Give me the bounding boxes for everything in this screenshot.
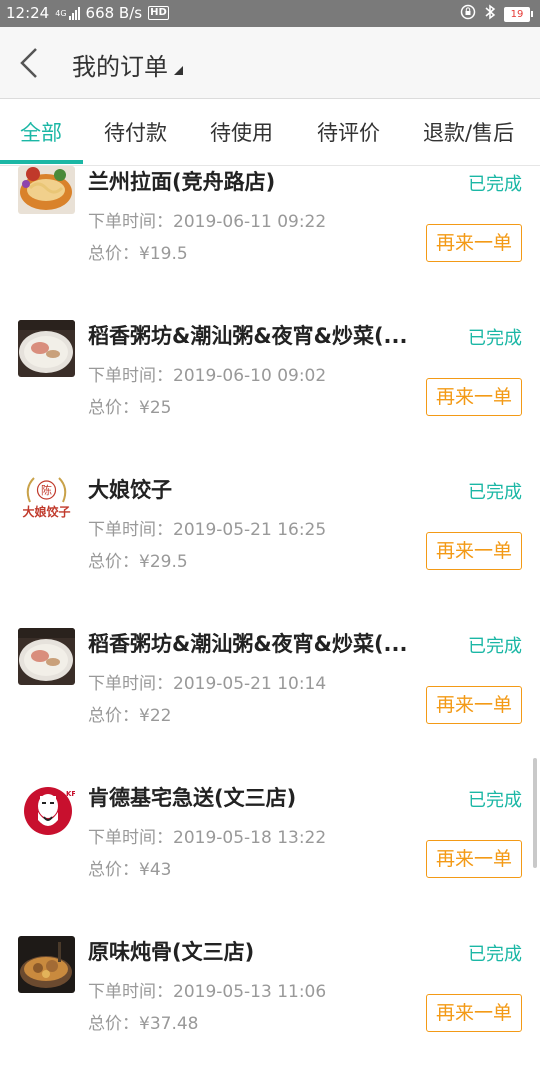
- order-status: 已完成: [468, 174, 522, 195]
- order-price: 总价：¥25: [88, 398, 172, 418]
- network-4g-icon: 4G: [55, 8, 67, 18]
- order-card[interactable]: 稻香粥坊&潮汕粥&夜宵&炒菜(... 已完成 下单时间：2019-05-21 1…: [0, 620, 540, 774]
- order-tabs: 全部 待付款 待使用 待评价 退款/售后: [0, 99, 540, 166]
- order-time: 下单时间：2019-05-21 10:14: [88, 674, 327, 694]
- battery-icon: 19: [504, 6, 533, 22]
- active-tab-indicator: [0, 160, 83, 164]
- order-time: 下单时间：2019-05-18 13:22: [88, 828, 327, 848]
- network-speed: 668 B/s: [85, 4, 143, 22]
- hd-icon: HD: [148, 6, 169, 20]
- bluetooth-icon: [484, 4, 496, 24]
- chevron-left-icon: [20, 48, 37, 78]
- shop-name[interactable]: 稻香粥坊&潮汕粥&夜宵&炒菜(...: [88, 320, 407, 350]
- order-status: 已完成: [468, 636, 522, 657]
- order-card[interactable]: 原味炖骨(文三店) 已完成 下单时间：2019-05-13 11:06 总价：¥…: [0, 928, 540, 1080]
- order-time: 下单时间：2019-06-10 09:02: [88, 366, 327, 386]
- page-title: 我的订单: [72, 53, 168, 81]
- status-bar: 12:24 4G 668 B/s HD 19: [0, 0, 540, 27]
- kfc-logo-icon: KFC: [18, 782, 75, 839]
- shop-name[interactable]: 大娘饺子: [88, 474, 172, 504]
- svg-text:大娘饺子: 大娘饺子: [22, 504, 70, 519]
- shop-name[interactable]: 原味炖骨(文三店): [88, 936, 254, 966]
- order-time: 下单时间：2019-05-21 16:25: [88, 520, 327, 540]
- clock: 12:24: [6, 4, 50, 22]
- svg-text:陈: 陈: [41, 483, 52, 497]
- order-time: 下单时间：2019-06-11 09:22: [88, 212, 327, 232]
- shop-name[interactable]: 肯德基宅急送(文三店): [88, 782, 296, 812]
- svg-text:KFC: KFC: [66, 790, 75, 798]
- order-time: 下单时间：2019-05-13 11:06: [88, 982, 327, 1002]
- order-card[interactable]: 稻香粥坊&潮汕粥&夜宵&炒菜(... 已完成 下单时间：2019-06-10 0…: [0, 312, 540, 466]
- dropdown-triangle-icon: [174, 66, 183, 75]
- reorder-button[interactable]: 再来一单: [426, 224, 522, 262]
- porridge-photo-icon: [18, 628, 75, 685]
- order-status: 已完成: [468, 944, 522, 965]
- tab-to-review[interactable]: 待评价: [317, 117, 380, 147]
- tab-refund[interactable]: 退款/售后: [423, 117, 514, 147]
- scrollbar[interactable]: [533, 758, 537, 868]
- order-price: 总价：¥37.48: [88, 1014, 199, 1034]
- shop-name[interactable]: 兰州拉面(竞舟路店): [88, 166, 275, 196]
- order-card[interactable]: 陈 大娘饺子 大娘饺子 已完成 下单时间：2019-05-21 16:25 总价…: [0, 466, 540, 620]
- lock-rotation-icon: [460, 4, 476, 24]
- order-status: 已完成: [468, 328, 522, 349]
- tab-all[interactable]: 全部: [20, 117, 62, 147]
- order-card[interactable]: 兰州拉面(竞舟路店) 已完成 下单时间：2019-06-11 09:22 总价：…: [0, 166, 540, 312]
- app-header: 我的订单: [0, 27, 540, 99]
- tab-pending-payment[interactable]: 待付款: [104, 117, 167, 147]
- noodle-photo-icon: [18, 166, 75, 214]
- signal-icon: [68, 6, 80, 20]
- order-status: 已完成: [468, 482, 522, 503]
- order-card[interactable]: KFC 肯德基宅急送(文三店) 已完成 下单时间：2019-05-18 13:2…: [0, 774, 540, 928]
- back-button[interactable]: [14, 45, 50, 81]
- reorder-button[interactable]: 再来一单: [426, 840, 522, 878]
- stew-photo-icon: [18, 936, 75, 993]
- shop-name[interactable]: 稻香粥坊&潮汕粥&夜宵&炒菜(...: [88, 628, 407, 658]
- page-title-dropdown[interactable]: 我的订单: [72, 47, 183, 82]
- order-price: 总价：¥29.5: [88, 552, 188, 572]
- reorder-button[interactable]: 再来一单: [426, 686, 522, 724]
- reorder-button[interactable]: 再来一单: [426, 532, 522, 570]
- reorder-button[interactable]: 再来一单: [426, 994, 522, 1032]
- order-list[interactable]: 兰州拉面(竞舟路店) 已完成 下单时间：2019-06-11 09:22 总价：…: [0, 166, 540, 1080]
- dumpling-logo-icon: 陈 大娘饺子: [18, 474, 75, 531]
- order-price: 总价：¥19.5: [88, 244, 188, 264]
- reorder-button[interactable]: 再来一单: [426, 378, 522, 416]
- order-price: 总价：¥22: [88, 706, 172, 726]
- order-status: 已完成: [468, 790, 522, 811]
- porridge-photo-icon: [18, 320, 75, 377]
- order-price: 总价：¥43: [88, 860, 172, 880]
- tab-to-use[interactable]: 待使用: [210, 117, 273, 147]
